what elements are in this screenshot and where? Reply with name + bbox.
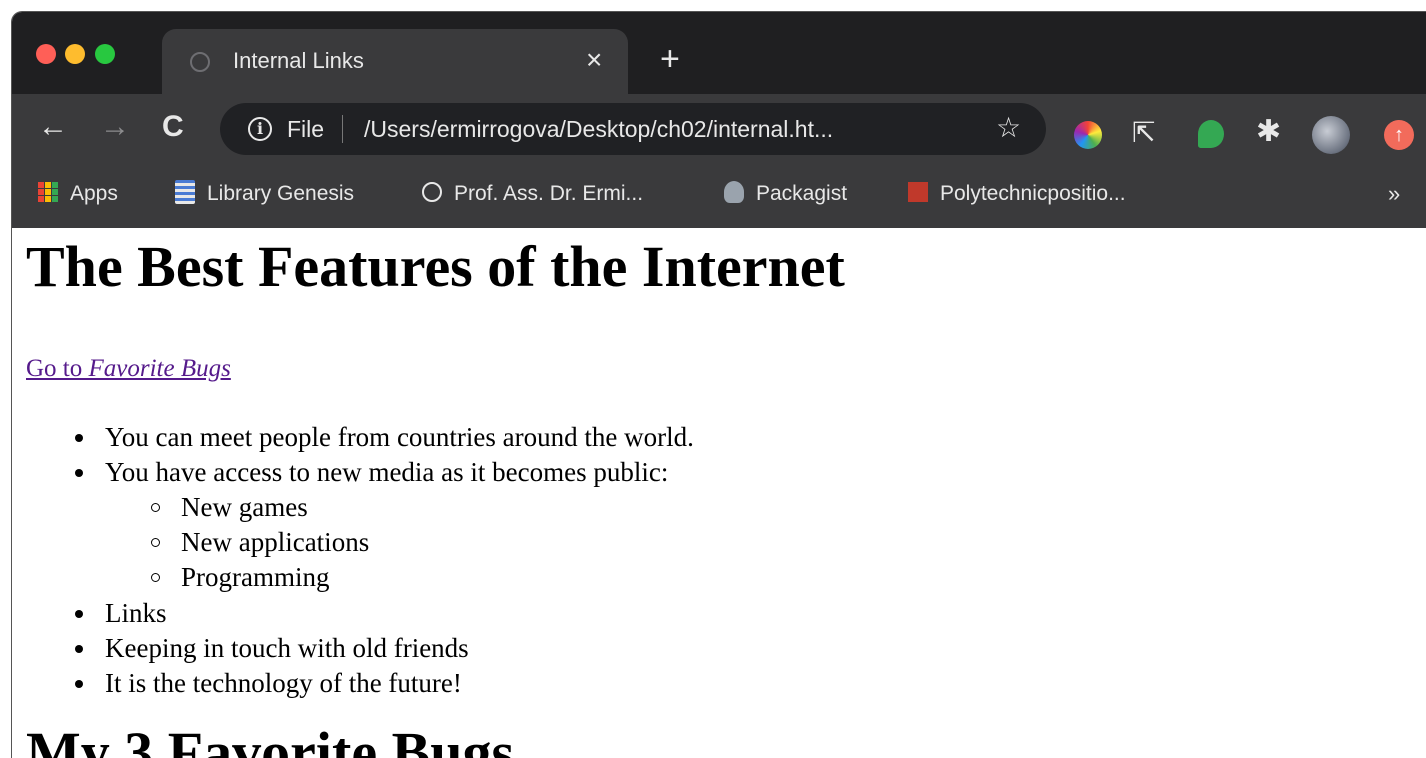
browser-window: Internal Links × + ← → C i File /Users/e… [12, 12, 1426, 758]
list-item-text: Links [105, 598, 167, 628]
sublist-item: Programming [151, 560, 330, 594]
link-emphasis: Favorite Bugs [88, 355, 231, 382]
bookmark-library-genesis[interactable]: Library Genesis [175, 180, 355, 207]
bullet [75, 469, 83, 477]
bullet [75, 610, 83, 618]
toolbar: ← → C i File /Users/ermirrogova/Desktop/… [12, 94, 1426, 162]
bookmarks-overflow-button[interactable]: » [1388, 180, 1400, 208]
maximize-window-button[interactable] [95, 44, 115, 64]
list-item-text: You can meet people from countries aroun… [105, 422, 694, 452]
url-text[interactable]: /Users/ermirrogova/Desktop/ch02/internal… [364, 115, 833, 143]
packagist-icon [724, 181, 744, 204]
profile-avatar[interactable] [1312, 116, 1350, 154]
list-item-text: It is the technology of the future! [105, 668, 462, 698]
list-item: You have access to new media as it becom… [75, 455, 669, 489]
new-tab-button[interactable]: + [660, 42, 680, 76]
cursor-extension-icon[interactable]: ⇱ [1132, 116, 1155, 150]
list-item-text: New applications [181, 527, 370, 557]
back-button[interactable]: ← [38, 110, 68, 144]
color-picker-extension-icon[interactable] [1074, 121, 1102, 149]
page-content: The Best Features of the Internet Go to … [26, 228, 1426, 758]
reload-button[interactable]: C [162, 110, 184, 144]
url-scheme-label: File [287, 116, 325, 142]
page-heading: The Best Features of the Internet [26, 234, 845, 299]
list-item-text: New games [181, 492, 308, 522]
tab-strip: Internal Links × + [12, 12, 1426, 94]
link-prefix: Go to [26, 355, 89, 382]
bookmark-packagist[interactable]: Packagist [724, 181, 847, 207]
list-item: Keeping in touch with old friends [75, 631, 469, 665]
bullet [75, 680, 83, 688]
minimize-window-button[interactable] [65, 44, 85, 64]
chat-extension-icon[interactable] [1198, 120, 1224, 148]
bookmark-star-icon[interactable]: ☆ [996, 112, 1021, 144]
bookmark-label: Prof. Ass. Dr. Ermi... [454, 182, 644, 205]
bookmarks-bar: Apps Library Genesis Prof. Ass. Dr. Ermi… [12, 162, 1426, 228]
list-item-text: Keeping in touch with old friends [105, 633, 469, 663]
bookmark-label: Polytechnicpositio... [940, 182, 1126, 205]
sublist-item: New applications [151, 525, 370, 559]
bookmark-label: Apps [70, 182, 118, 205]
bookmark-apps[interactable]: Apps [38, 181, 118, 207]
library-genesis-icon [175, 180, 195, 205]
sublist-item: New games [151, 490, 308, 524]
info-icon[interactable]: i [248, 117, 272, 141]
bookmark-prof-ermi[interactable]: Prof. Ass. Dr. Ermi... [422, 181, 643, 207]
bookmark-label: Packagist [756, 182, 848, 205]
list-item-text: Programming [181, 562, 330, 592]
forward-button[interactable]: → [100, 110, 130, 144]
bookmark-polytechnic[interactable]: Polytechnicpositio... [908, 181, 1126, 207]
bullet [151, 573, 160, 582]
bullet [151, 538, 160, 547]
update-icon[interactable]: ↑ [1384, 120, 1414, 150]
divider [342, 115, 343, 143]
apps-grid-icon [38, 182, 58, 203]
bookmark-label: Library Genesis [207, 182, 355, 205]
list-item: Links [75, 596, 167, 630]
close-window-button[interactable] [36, 44, 56, 64]
polytechnic-icon [908, 182, 928, 203]
close-tab-icon[interactable]: × [586, 45, 602, 75]
list-item: It is the technology of the future! [75, 666, 462, 700]
globe-icon [422, 182, 442, 203]
address-bar[interactable]: i File /Users/ermirrogova/Desktop/ch02/i… [220, 103, 1046, 155]
extensions-puzzle-icon[interactable]: ✱ [1256, 114, 1281, 150]
tab-internal-links[interactable]: Internal Links × [162, 29, 628, 94]
tab-title: Internal Links [233, 48, 364, 73]
list-item-text: You have access to new media as it becom… [105, 457, 669, 487]
globe-icon [190, 52, 210, 72]
favorite-bugs-heading: My 3 Favorite Bugs [26, 720, 515, 758]
bullet [75, 434, 83, 442]
favorite-bugs-link[interactable]: Go to Favorite Bugs [26, 354, 231, 384]
bullet [75, 645, 83, 653]
list-item: You can meet people from countries aroun… [75, 420, 694, 454]
bullet [151, 503, 160, 512]
